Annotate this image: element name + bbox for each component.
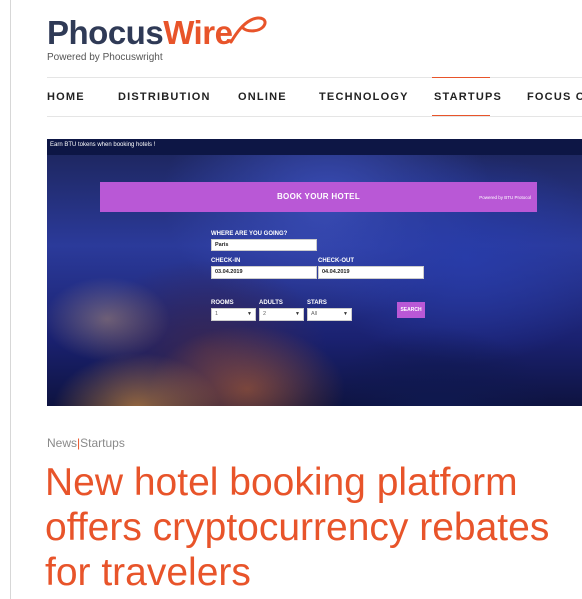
nav-item-startups[interactable]: STARTUPS: [434, 91, 502, 103]
rooms-select[interactable]: 1 ▼: [211, 308, 256, 321]
site-logo[interactable]: PhocusWire Powered by Phocuswright: [47, 14, 267, 64]
logo-wordmark: PhocusWire: [47, 14, 233, 51]
stars-value: All: [311, 311, 318, 317]
chevron-down-icon: ▼: [247, 311, 252, 317]
rooms-value: 1: [215, 311, 219, 317]
nav-bottom-divider: [47, 116, 582, 117]
nav-item-home[interactable]: HOME: [47, 91, 85, 103]
breadcrumb: News|Startups: [47, 436, 125, 450]
checkin-label: CHECK-IN: [211, 258, 241, 264]
adults-select[interactable]: 2 ▼: [259, 308, 304, 321]
destination-label: WHERE ARE YOU GOING?: [211, 231, 288, 237]
adults-value: 2: [263, 311, 267, 317]
checkout-label: CHECK-OUT: [318, 258, 354, 264]
category-startups-link[interactable]: Startups: [80, 436, 125, 450]
chevron-down-icon: ▼: [343, 311, 348, 317]
hero-image[interactable]: Earn BTU tokens when booking hotels ! BO…: [47, 139, 582, 406]
chevron-down-icon: ▼: [295, 311, 300, 317]
page-border: [10, 0, 11, 599]
nav-item-online[interactable]: ONLINE: [238, 91, 287, 103]
checkout-input[interactable]: 04.04.2019: [318, 266, 424, 279]
stars-label: STARS: [307, 300, 327, 306]
booking-widget-powered: Powered by BTU Protocol: [479, 195, 531, 200]
category-news-link[interactable]: News: [47, 436, 77, 450]
nav-active-top-indicator: [432, 77, 490, 78]
nav-item-distribution[interactable]: DISTRIBUTION: [118, 91, 211, 103]
rooms-label: ROOMS: [211, 300, 234, 306]
adults-label: ADULTS: [259, 300, 283, 306]
booking-widget-title: BOOK YOUR HOTEL: [276, 192, 361, 201]
hero-banner: Earn BTU tokens when booking hotels !: [47, 139, 582, 155]
checkin-input[interactable]: 03.04.2019: [211, 266, 317, 279]
search-button[interactable]: SEARCH: [397, 302, 425, 318]
nav-item-focus-on[interactable]: FOCUS ON: [527, 91, 582, 103]
destination-input[interactable]: Paris: [211, 239, 317, 251]
stars-select[interactable]: All ▼: [307, 308, 352, 321]
booking-widget-header: BOOK YOUR HOTEL Powered by BTU Protocol: [100, 182, 537, 212]
logo-swoosh-icon: [229, 16, 267, 44]
hero-banner-text: Earn BTU tokens when booking hotels !: [50, 142, 156, 148]
article-headline: New hotel booking platform offers crypto…: [45, 461, 550, 594]
nav-top-divider: [47, 77, 582, 78]
nav-item-technology[interactable]: TECHNOLOGY: [319, 91, 409, 103]
logo-tagline: Powered by Phocuswright: [47, 52, 163, 63]
